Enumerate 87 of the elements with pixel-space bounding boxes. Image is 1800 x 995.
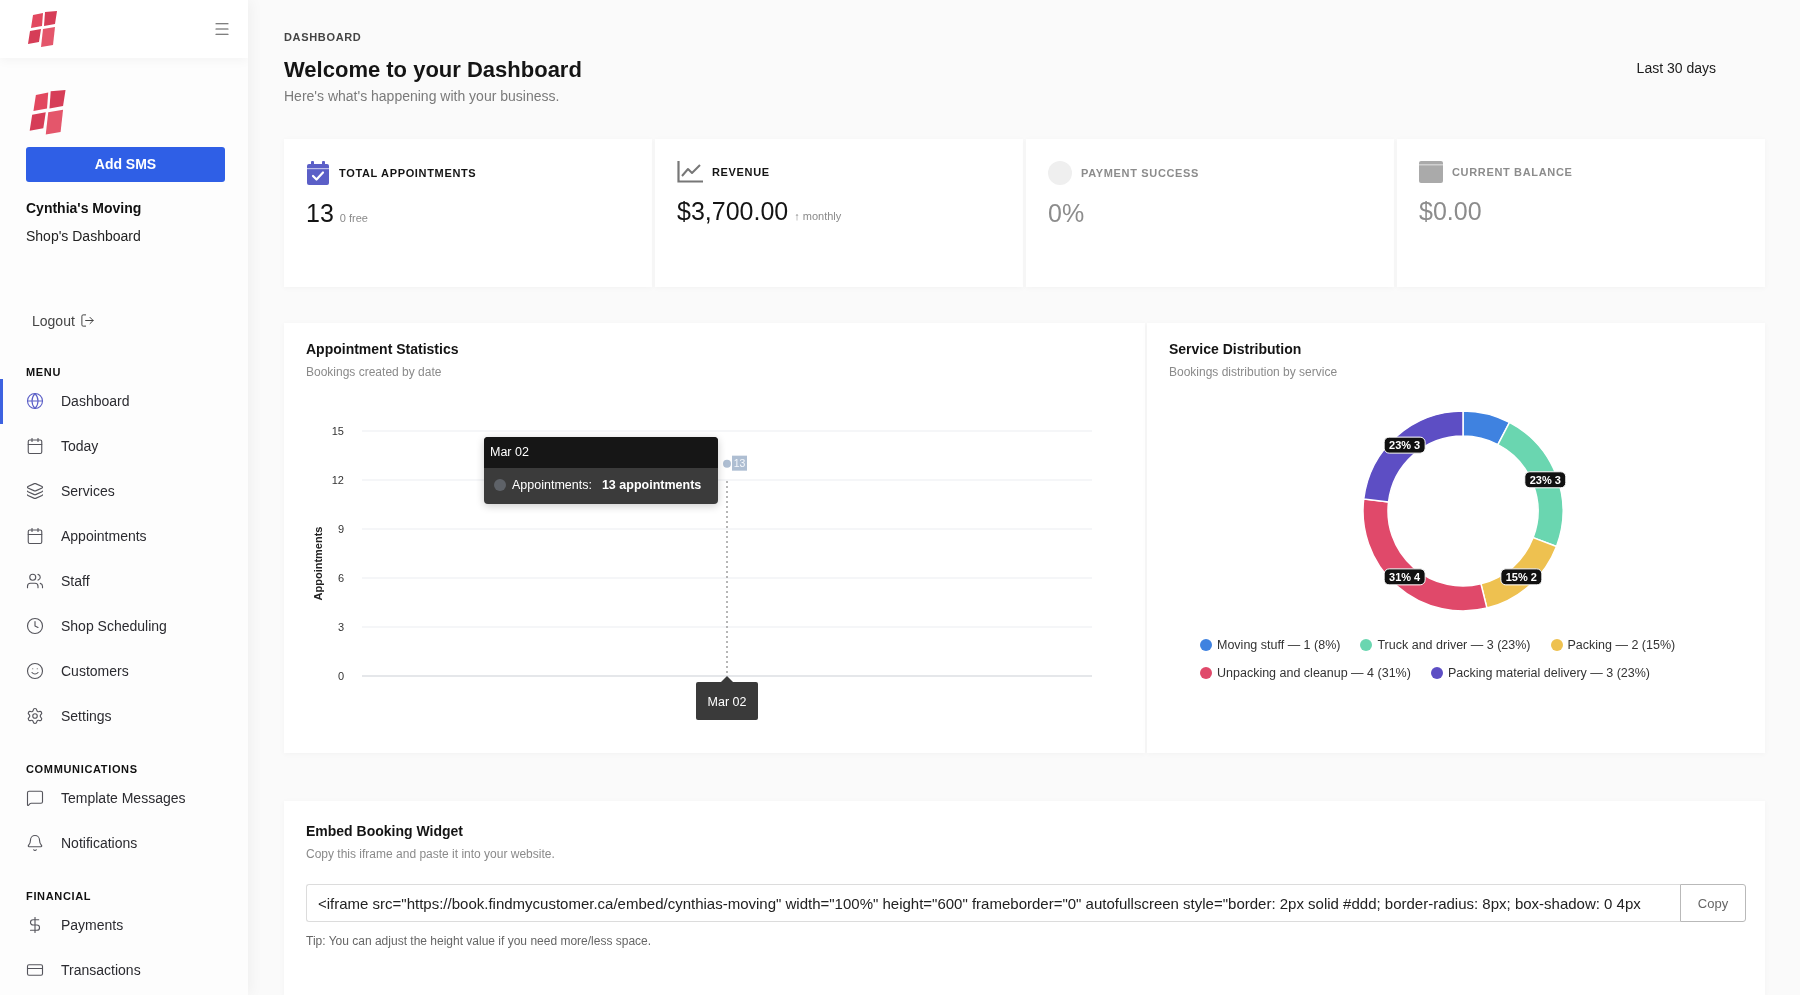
axis-title: Appointments — [312, 526, 324, 601]
stat-label: CURRENT BALANCE — [1452, 165, 1573, 179]
card-title: Appointment Statistics — [306, 340, 460, 358]
page-subtitle: Here's what's happening with your business. — [284, 87, 560, 105]
stat-value: $3,700.00 — [677, 196, 789, 226]
stat-note: ↑ monthly — [794, 210, 842, 222]
sidebar-item[interactable]: Shop Scheduling — [0, 603, 248, 649]
calendar-icon — [26, 527, 44, 545]
sidebar-item[interactable]: Notifications — [0, 820, 248, 866]
slice-label: 31% 4 — [1383, 568, 1426, 586]
data-label: 13 — [732, 455, 747, 471]
stat-value: 0% — [1048, 198, 1085, 228]
section-heading: FINANCIAL — [25, 889, 93, 903]
embed-tip: Tip: You can adjust the height value if you need more/less space. — [306, 934, 653, 949]
clock-icon — [26, 617, 44, 635]
sidebar-item[interactable]: Services — [0, 468, 248, 514]
x-tick-label: Mar 02 — [707, 695, 747, 709]
message-icon — [26, 789, 44, 807]
legend-label: Moving stuff — 1 (8%) — [1217, 637, 1341, 654]
slice-label: 23% 3 — [1524, 471, 1567, 489]
stat-note: 0 free — [339, 212, 368, 224]
bell-icon — [26, 834, 44, 852]
legend-label: Packing — 2 (15%) — [1567, 637, 1676, 654]
card-title: Service Distribution — [1169, 340, 1303, 358]
page-title: Welcome to your Dashboard — [284, 57, 582, 83]
stat-value: $0.00 — [1419, 196, 1482, 226]
line-chart-icon — [677, 161, 703, 183]
axis-tick-label: 6 — [337, 572, 344, 584]
breadcrumb: DASHBOARD — [284, 30, 362, 44]
credit-card-icon — [26, 961, 44, 979]
stat-label: PAYMENT SUCCESS — [1081, 166, 1200, 180]
card-title: Embed Booking Widget — [306, 822, 464, 840]
legend-label: Unpacking and cleanup — 4 (31%) — [1217, 665, 1411, 682]
globe-icon — [26, 392, 44, 410]
calendar-check-icon — [306, 161, 330, 185]
sidebar-item[interactable]: Template Messages — [0, 775, 248, 821]
legend-label: Truck and driver — 3 (23%) — [1377, 637, 1531, 654]
card-subtitle: Bookings created by date — [306, 365, 443, 380]
calendar-icon — [26, 437, 44, 455]
axis-tick-label: 0 — [337, 670, 344, 682]
sidebar-item[interactable]: Transactions — [0, 947, 248, 993]
axis-tick-label: 12 — [331, 474, 344, 486]
sidebar-item[interactable]: Dashboard — [0, 378, 248, 424]
section-heading: MENU — [25, 365, 63, 379]
series-swatch-icon — [494, 479, 506, 491]
users-icon — [26, 572, 44, 590]
axis-tick-label: 9 — [337, 523, 344, 535]
shop-subtitle: Shop's Dashboard — [26, 227, 141, 245]
stat-value: 13 — [306, 198, 334, 228]
logout-link[interactable]: Logout — [32, 311, 95, 330]
sidebar-item[interactable]: Payments — [0, 902, 248, 948]
slice-label: 23% 3 — [1383, 436, 1426, 454]
stat-label: TOTAL APPOINTMENTS — [339, 166, 477, 180]
logout-icon — [79, 313, 95, 328]
shop-name: Cynthia's Moving — [26, 199, 142, 217]
data-label: 31% 4 — [1389, 570, 1422, 583]
sidebar-item[interactable]: Customers — [0, 648, 248, 694]
tooltip-value: 13 appointments — [601, 477, 702, 493]
data-label: 23% 3 — [1529, 473, 1561, 486]
sidebar-item[interactable]: Staff — [0, 558, 248, 604]
legend-label: Packing material delivery — 3 (23%) — [1447, 665, 1651, 682]
sidebar-item[interactable]: Appointments — [0, 513, 248, 559]
section-heading: COMMUNICATIONS — [25, 762, 139, 776]
card-subtitle: Copy this iframe and paste it into your website. — [306, 847, 556, 862]
menu-button[interactable] — [213, 20, 231, 38]
sidebar-item[interactable]: Settings — [0, 693, 248, 739]
card-subtitle: Bookings distribution by service — [1169, 365, 1339, 380]
smile-icon — [26, 662, 44, 680]
layers-icon — [26, 482, 44, 500]
data-label: 23% 3 — [1389, 439, 1421, 452]
embed-code-field[interactable]: <iframe src="https://book.findmycustomer.ca/embed/cynthias-moving" width="100%" height="600" frameborder="0" autofullscreen style="border: 2px solid #ddd; border-radius: 8px; box-shadow: 0 4px — [306, 884, 1680, 922]
axis-tick-label: 3 — [337, 621, 344, 633]
menu-icon — [213, 20, 231, 38]
tooltip-title: Mar 02 — [484, 437, 718, 468]
settings-icon — [26, 707, 44, 725]
copy-button[interactable]: Copy — [1680, 884, 1746, 922]
sidebar-item[interactable]: Today — [0, 423, 248, 469]
card-icon — [1419, 161, 1443, 183]
add-sms-button[interactable]: Add SMS — [26, 146, 225, 182]
tooltip-label: Appointments: — [512, 477, 592, 493]
x-axis-label: Mar 02 — [696, 676, 758, 720]
stat-label: REVENUE — [712, 165, 770, 179]
slice-label: 15% 2 — [1500, 568, 1543, 586]
axis-tick-label: 15 — [331, 425, 344, 437]
date-range-select[interactable]: Last 30 days — [1636, 59, 1716, 77]
data-label: 15% 2 — [1505, 570, 1537, 583]
logo-icon — [25, 11, 59, 47]
